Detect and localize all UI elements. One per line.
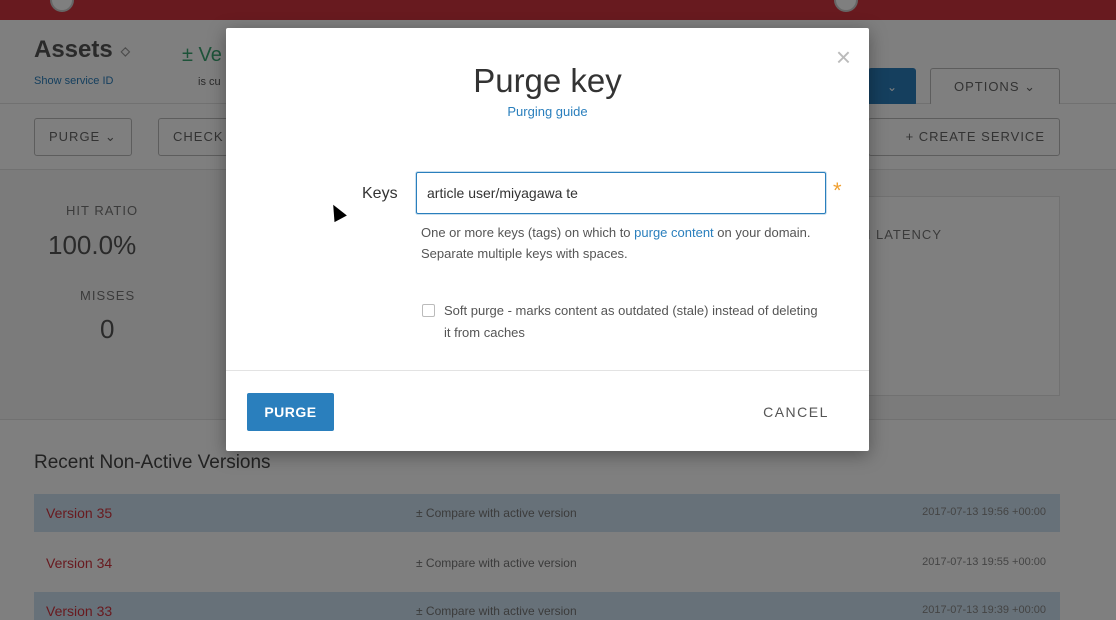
keys-input[interactable] (416, 172, 826, 214)
purge-content-link[interactable]: purge content (634, 225, 714, 240)
purging-guide-link[interactable]: Purging guide (226, 104, 869, 119)
dialog-title: Purge key (473, 62, 622, 99)
purge-button[interactable]: PURGE (247, 393, 334, 431)
soft-purge-checkbox[interactable] (422, 304, 435, 317)
keys-help-text: One or more keys (tags) on which to purg… (421, 225, 811, 261)
keys-label: Keys (362, 185, 398, 202)
cancel-button[interactable]: CANCEL (746, 393, 846, 431)
soft-purge-label[interactable]: Soft purge - marks content as outdated (… (444, 300, 824, 344)
divider (226, 370, 869, 371)
required-icon: * (833, 178, 842, 203)
purge-key-dialog: × Purge key Purging guide Keys * One or … (226, 28, 869, 451)
